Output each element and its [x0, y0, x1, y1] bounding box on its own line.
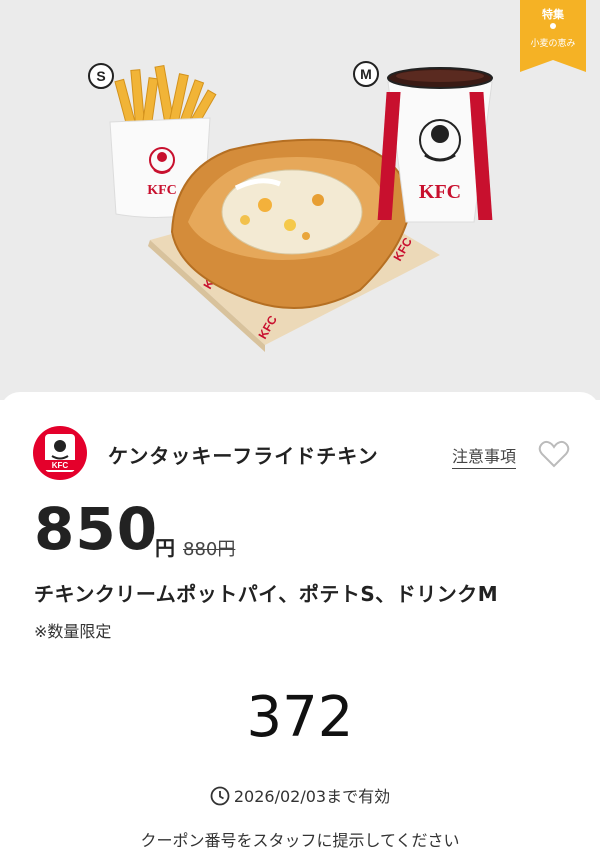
fries-box-brand: KFC: [147, 183, 177, 198]
price-unit: 円: [155, 536, 175, 560]
ribbon-label-feature: 特集: [542, 8, 564, 21]
validity-row: 2026/02/03まで有効: [0, 783, 600, 807]
coupon-code: 372: [246, 685, 354, 750]
price-value: 850: [34, 495, 159, 563]
svg-text:M: M: [360, 66, 372, 82]
feature-ribbon[interactable]: 特集 小麦の恵み: [520, 0, 586, 72]
product-image: KFC KFC KFC KFC S M 特集 小麦の恵み: [0, 0, 600, 400]
instruction-text: クーポン番号をスタッフに提示してください: [140, 831, 460, 850]
original-price: 880円: [183, 539, 236, 560]
clock-icon: [210, 786, 230, 806]
cup-brand: KFC: [419, 181, 461, 203]
size-s-badge: S: [88, 63, 114, 89]
svg-text:S: S: [96, 68, 105, 84]
favorite-button[interactable]: [538, 440, 570, 468]
product-illustration: KFC KFC KFC KFC S M: [88, 61, 493, 352]
product-name: チキンクリームポットパイ、ポテトS、ドリンクM: [34, 582, 499, 606]
size-m-badge: M: [353, 61, 379, 87]
store-name: ケンタッキーフライドチキン: [108, 444, 379, 468]
limited-note: ※数量限定: [34, 622, 112, 641]
ribbon-divider: [550, 23, 556, 29]
svg-text:KFC: KFC: [52, 461, 69, 470]
heart-outline-icon: [538, 440, 570, 468]
notes-link[interactable]: 注意事項: [452, 443, 517, 469]
ribbon-label-theme: 小麦の恵み: [530, 39, 576, 49]
validity-text: 2026/02/03まで有効: [233, 787, 391, 806]
kfc-logo: KFC: [33, 426, 87, 480]
